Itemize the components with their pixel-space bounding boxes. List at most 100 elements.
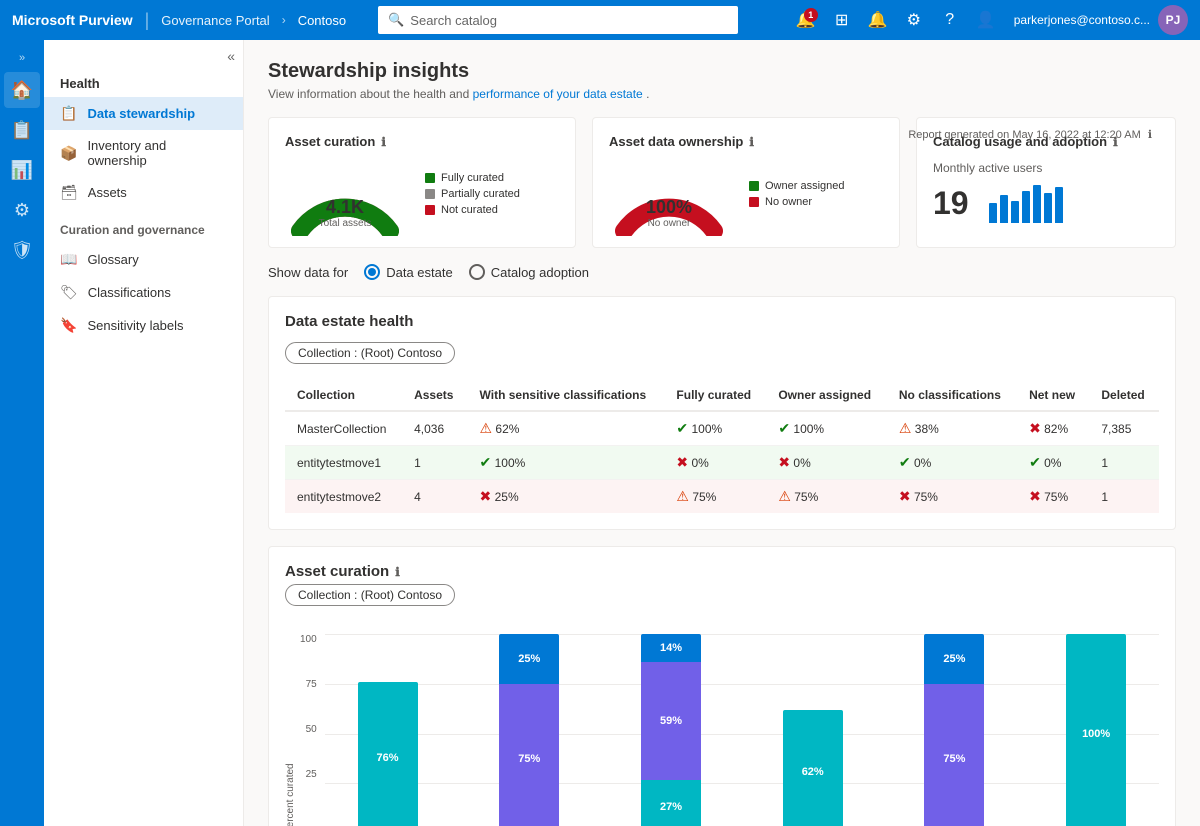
mini-bar-4 <box>1022 191 1030 223</box>
assets-icon: 🗃 <box>60 184 78 201</box>
mini-bar-6 <box>1044 193 1052 223</box>
bar-segment-4-1: 75% <box>924 684 984 826</box>
mini-bar-2 <box>1000 195 1008 223</box>
cell-sensitive-2: ✖ 25% <box>468 480 665 514</box>
settings-button[interactable]: ⚙ <box>898 4 930 36</box>
legend-partially-curated-label: Partially curated <box>441 188 520 200</box>
user-section[interactable]: parkerjones@contoso.c... PJ <box>1014 5 1188 35</box>
nav-icons: 🔔 1 ⊞ 🔔 ⚙ ? 👤 parkerjones@contoso.c... P… <box>790 4 1188 36</box>
help-button[interactable]: ? <box>934 4 966 36</box>
sidebar-item-data-stewardship-label: Data stewardship <box>87 106 195 121</box>
mini-bar-5 <box>1033 185 1041 223</box>
asset-curation-chart-title-text: Asset curation <box>285 563 389 580</box>
sidebar-item-inventory[interactable]: 📦 Inventory and ownership <box>44 130 243 176</box>
chart-with-yaxis: Percent curated 100 75 50 25 <box>285 634 325 826</box>
asset-ownership-title-text: Asset data ownership <box>609 134 743 149</box>
donut-label: 4.1K Total assets <box>319 197 372 229</box>
chart-collection-filter-badge[interactable]: Collection : (Root) Contoso <box>285 584 455 606</box>
asset-curation-total-value: 4.1K <box>319 197 372 218</box>
rail-expand-button[interactable]: » <box>15 48 29 68</box>
asset-curation-info-icon[interactable]: ℹ <box>381 135 386 149</box>
asset-ownership-card: Asset data ownership ℹ 100% No owner <box>592 117 900 248</box>
asset-ownership-info-icon[interactable]: ℹ <box>749 135 754 149</box>
legend-fully-curated: Fully curated <box>425 172 520 184</box>
status-icon-good: ✔ <box>480 454 492 471</box>
asset-curation-total-label: Total assets <box>319 218 372 229</box>
cell-net-new-1: ✔ 0% <box>1017 446 1089 480</box>
asset-curation-card: Asset curation ℹ <box>268 117 576 248</box>
sidebar-item-glossary[interactable]: 📖 Glossary <box>44 243 243 276</box>
status-icon-bad: ✖ <box>899 488 911 505</box>
notification-button[interactable]: 🔔 1 <box>790 4 822 36</box>
asset-ownership-card-title: Asset data ownership ℹ <box>609 134 883 149</box>
brand-logo[interactable]: Microsoft Purview <box>12 12 133 28</box>
show-data-toggle-row: Show data for Data estate Catalog adopti… <box>268 264 1176 280</box>
sidebar-item-sensitivity[interactable]: 🔖 Sensitivity labels <box>44 309 243 342</box>
search-bar[interactable]: 🔍 Search catalog <box>378 6 738 34</box>
rail-icon-management[interactable]: ⚙ <box>4 192 40 228</box>
user-display-name: parkerjones@contoso.c... <box>1014 13 1150 27</box>
sidebar-item-classifications[interactable]: 🏷 Classifications <box>44 276 243 309</box>
cell-assets-1: 1 <box>402 446 467 480</box>
cell-deleted-2: 1 <box>1089 480 1159 514</box>
cell-collection-0: MasterCollection <box>285 411 402 446</box>
cell-no-class-0: ⚠ 38% <box>887 411 1017 446</box>
gear-icon: ⚙ <box>907 10 921 30</box>
sidebar-item-inventory-label: Inventory and ownership <box>87 138 227 168</box>
bar-segment-3-0: 62% <box>783 710 843 826</box>
sidebar-item-data-stewardship[interactable]: 📋 Data stewardship <box>44 97 243 130</box>
status-icon-bad: ✖ <box>778 454 790 471</box>
monthly-active-users-label: Monthly active users <box>933 161 1159 175</box>
user-avatar[interactable]: PJ <box>1158 5 1188 35</box>
col-header-deleted: Deleted <box>1089 380 1159 411</box>
apps-button[interactable]: ⊞ <box>826 4 858 36</box>
status-icon-bad: ✖ <box>676 454 688 471</box>
status-icon-good: ✔ <box>676 420 688 437</box>
legend-no-owner-label: No owner <box>765 196 812 208</box>
bar-segment-2-1: 59% <box>641 662 701 780</box>
main-content: Stewardship insights View information ab… <box>244 40 1200 826</box>
sidebar-item-assets[interactable]: 🗃 Assets <box>44 176 243 209</box>
rail-icon-catalog[interactable]: 📋 <box>4 112 40 148</box>
legend-dot-owner-assigned <box>749 181 759 191</box>
y-label-50: 50 <box>300 724 317 735</box>
rail-icon-home[interactable]: 🏠 <box>4 72 40 108</box>
legend-not-curated-label: Not curated <box>441 204 498 216</box>
y-axis-title: Percent curated <box>285 634 296 826</box>
cell-owner-assigned-0: ✔ 100% <box>766 411 887 446</box>
sidebar-collapse-button[interactable]: « <box>227 48 235 64</box>
rail-icon-policy[interactable]: 🛡 <box>4 232 40 268</box>
subtitle-link[interactable]: performance of your data estate <box>473 87 643 101</box>
catalog-usage-bottom: 19 <box>933 183 1159 223</box>
cell-sensitive-0: ⚠ 62% <box>468 411 665 446</box>
sidebar-health-label: Health <box>44 64 243 97</box>
status-icon-good: ✔ <box>1029 454 1041 471</box>
col-header-collection: Collection <box>285 380 402 411</box>
avatar-initials: PJ <box>1166 13 1181 27</box>
stacked-bar-2: 27%59%14% <box>641 634 701 826</box>
status-icon-bad: ✖ <box>1029 488 1041 505</box>
sidebar-collapse-area: « <box>44 40 243 64</box>
collection-filter-badge[interactable]: Collection : (Root) Contoso <box>285 342 455 364</box>
stacked-bar-3: 62% <box>783 710 843 826</box>
user-menu-button[interactable]: 👤 <box>970 4 1002 36</box>
ownership-legend: Owner assigned No owner <box>749 180 845 212</box>
legend-dot-not-curated <box>425 205 435 215</box>
asset-curation-card-title: Asset curation ℹ <box>285 134 559 149</box>
classifications-icon: 🏷 <box>60 284 78 301</box>
bar-segment-2-2: 14% <box>641 634 701 662</box>
alerts-button[interactable]: 🔔 <box>862 4 894 36</box>
col-header-no-classifications: No classifications <box>887 380 1017 411</box>
search-icon: 🔍 <box>388 12 404 28</box>
cell-assets-0: 4,036 <box>402 411 467 446</box>
status-icon-warn: ⚠ <box>480 420 493 437</box>
radio-data-estate[interactable]: Data estate <box>364 264 453 280</box>
inventory-icon: 📦 <box>60 145 77 162</box>
radio-catalog-adoption[interactable]: Catalog adoption <box>469 264 589 280</box>
y-label-100: 100 <box>300 634 317 645</box>
asset-curation-chart-info-icon[interactable]: ℹ <box>395 565 400 579</box>
asset-curation-chart-title: Asset curation ℹ <box>285 563 1159 580</box>
bar-group-5: 100% <box>1033 634 1159 826</box>
rail-icon-insights[interactable]: 📊 <box>4 152 40 188</box>
cell-no-class-1: ✔ 0% <box>887 446 1017 480</box>
